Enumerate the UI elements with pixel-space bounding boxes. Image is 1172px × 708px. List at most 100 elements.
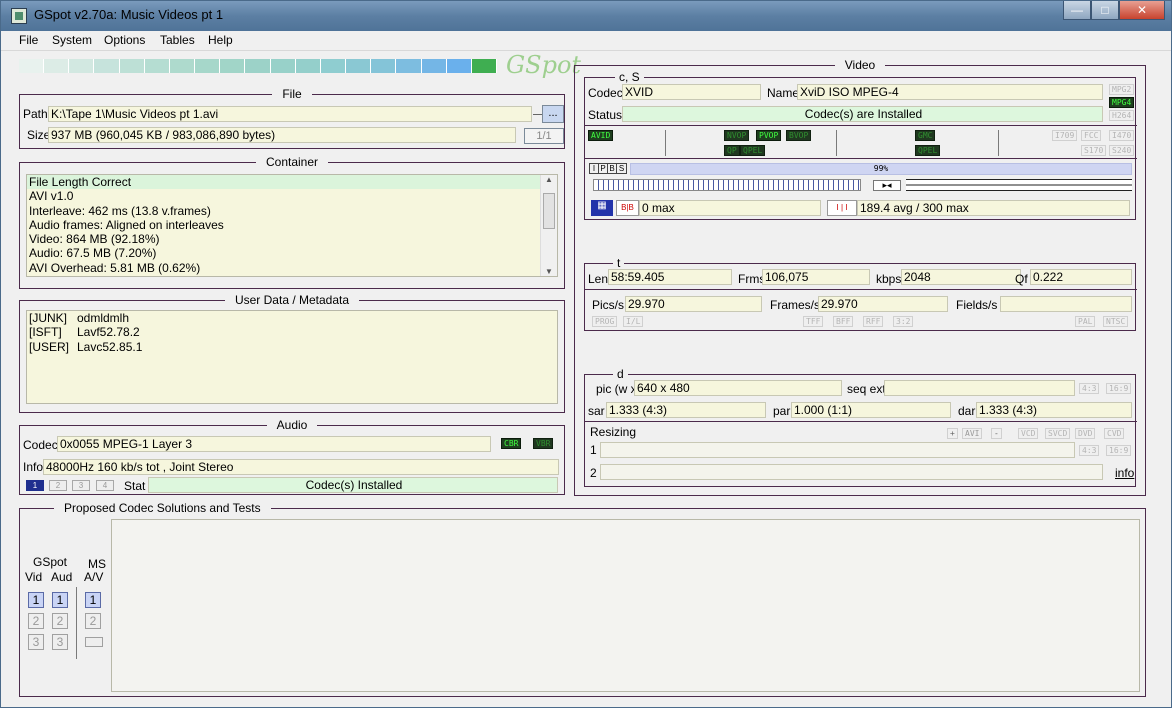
resize-vcd-button[interactable]: VCD <box>1018 428 1039 439</box>
video-codec-subgroup: c, S Codec XVID Name XviD ISO MPEG-4 MPG… <box>584 70 1137 220</box>
list-item[interactable]: File Length Correct <box>27 175 557 190</box>
audio-stream-4[interactable]: 4 <box>96 480 114 491</box>
video-status-label: Status <box>588 108 623 122</box>
h264-flag: H264 <box>1109 110 1135 121</box>
vid-solution-2[interactable]: 2 <box>28 613 44 629</box>
len-label: Len <box>588 272 609 286</box>
frame-type-flags: I P B S <box>589 163 627 174</box>
vid-solution-3[interactable]: 3 <box>28 634 44 650</box>
browse-button[interactable]: ... <box>542 105 564 123</box>
resize-dvd-button[interactable]: DVD <box>1075 428 1096 439</box>
vid-label: Vid <box>25 570 43 584</box>
sar-label: sar <box>588 404 605 418</box>
menu-file[interactable]: File <box>19 33 38 47</box>
gop-icon[interactable]: ▦ <box>591 200 613 216</box>
audio-section-title: Audio <box>266 418 318 432</box>
resize-row2-label: 2 <box>590 466 597 480</box>
av-label: A/V <box>84 570 104 584</box>
vid-solution-1[interactable]: 1 <box>28 592 44 608</box>
row1-169-flag: 16:9 <box>1106 445 1132 456</box>
list-item[interactable]: [USER] Lavc52.85.1 <box>27 340 557 354</box>
pal-flag: PAL <box>1075 316 1096 327</box>
scroll-thumb[interactable] <box>543 193 555 229</box>
audio-stream-2[interactable]: 2 <box>49 480 67 491</box>
nvop-flag: NVOP <box>724 130 750 141</box>
pvop-flag: PVOP <box>756 130 782 141</box>
qf-label: Qf <box>1015 272 1028 286</box>
qpel-flag-mid: QPEL <box>740 145 766 156</box>
resize-avi-button[interactable]: AVI <box>962 428 983 439</box>
vbr-flag: VBR <box>533 438 554 449</box>
pics-label: Pics/s <box>592 298 625 312</box>
list-item[interactable]: Audio frames: Aligned on interleaves <box>27 218 557 232</box>
list-item[interactable]: AVI v1.0 <box>27 189 557 203</box>
resize-cvd-button[interactable]: CVD <box>1104 428 1125 439</box>
audio-group: Audio Codec 0x0055 MPEG-1 Layer 3 CBR VB… <box>19 418 565 495</box>
minimize-button[interactable]: — <box>1063 1 1091 20</box>
file-count-button[interactable]: 1/1 <box>524 128 564 144</box>
info-link[interactable]: info <box>1115 466 1134 480</box>
s170-flag: S170 <box>1081 145 1107 156</box>
frame-type-i: I <box>590 164 599 173</box>
qpel-flag: QPEL <box>915 145 941 156</box>
list-item[interactable]: [JUNK] odmldmlh <box>27 311 557 325</box>
proposed-group: Proposed Codec Solutions and Tests GSpot… <box>19 501 1146 697</box>
tff-flag: TFF <box>803 316 824 327</box>
audio-codec-label: Codec <box>23 438 58 452</box>
container-scrollbar[interactable]: ▲ ▼ <box>540 175 557 276</box>
maximize-button[interactable]: □ <box>1091 1 1119 20</box>
aud-solution-3[interactable]: 3 <box>52 634 68 650</box>
proposed-solutions-area[interactable] <box>111 519 1140 692</box>
metadata-list[interactable]: [JUNK] odmldmlh [ISFT] Lavf52.78.2 [USER] L… <box>26 310 558 404</box>
aud-solution-1[interactable]: 1 <box>52 592 68 608</box>
resize-plus-button[interactable]: + <box>947 428 958 439</box>
iframes-field: 189.4 avg / 300 max <box>857 200 1130 216</box>
video-name-field: XviD ISO MPEG-4 <box>797 84 1103 100</box>
resize-minus-button[interactable]: - <box>991 428 1002 439</box>
list-item[interactable]: Audio: 67.5 MB (7.20%) <box>27 246 557 260</box>
par-label: par <box>773 404 791 418</box>
proposed-section-title: Proposed Codec Solutions and Tests <box>54 501 271 515</box>
metadata-group: User Data / Metadata [JUNK] odmldmlh [ISF… <box>19 293 565 413</box>
iframe-markers: I | I <box>827 200 857 216</box>
menu-options[interactable]: Options <box>104 33 145 47</box>
av-solution-2[interactable]: 2 <box>85 613 101 629</box>
scroll-down-icon[interactable]: ▼ <box>541 267 557 276</box>
resizing-label: Resizing <box>590 425 637 439</box>
bframes-field: 0 max <box>639 200 821 216</box>
par-field: 1.000 (1:1) <box>791 402 951 418</box>
title-bar: GSpot v2.70a: Music Videos pt 1 — □ ✕ <box>1 1 1171 31</box>
video-timing-subgroup: t Len 58:59.405 Frms 106,075 kbps 2048 Q… <box>584 256 1137 331</box>
av-solution-3[interactable] <box>85 637 103 647</box>
i709-flag: I709 <box>1052 130 1078 141</box>
kbps-label: kbps <box>876 272 902 286</box>
menu-help[interactable]: Help <box>208 33 233 47</box>
avid-flag: AVID <box>588 130 614 141</box>
mpg2-flag: MPG2 <box>1109 84 1135 95</box>
aud-solution-2[interactable]: 2 <box>52 613 68 629</box>
ratio-43-flag: 4:3 <box>1079 383 1100 394</box>
list-item[interactable]: Video: 864 MB (92.18%) <box>27 232 557 246</box>
container-list[interactable]: File Length Correct AVI v1.0 Interleave:… <box>26 174 558 277</box>
av-solution-1[interactable]: 1 <box>85 592 101 608</box>
menu-tables[interactable]: Tables <box>160 33 195 47</box>
audio-stream-3[interactable]: 3 <box>72 480 90 491</box>
path-field[interactable]: K:\Tape 1\Music Videos pt 1.avi <box>48 106 532 122</box>
close-button[interactable]: ✕ <box>1119 1 1165 20</box>
list-item[interactable]: Interleave: 462 ms (13.8 v.frames) <box>27 204 557 218</box>
seqext-label: seq ext <box>847 382 886 396</box>
resize-row2-field <box>600 464 1103 480</box>
scroll-up-icon[interactable]: ▲ <box>541 175 557 184</box>
video-codec-field: XVID <box>622 84 761 100</box>
frames-label: Frames/s <box>770 298 821 312</box>
audio-stream-1[interactable]: 1 <box>26 480 44 491</box>
menu-system[interactable]: System <box>52 33 92 47</box>
gspot-logo: GSpot <box>506 51 582 79</box>
sar-field: 1.333 (4:3) <box>606 402 766 418</box>
percent-bar: 99% <box>630 163 1132 175</box>
ms-label: MS <box>88 557 106 571</box>
list-item[interactable]: AVI Overhead: 5.81 MB (0.62%) <box>27 261 557 275</box>
row1-43-flag: 4:3 <box>1079 445 1100 456</box>
resize-svcd-button[interactable]: SVCD <box>1045 428 1071 439</box>
list-item[interactable]: [ISFT] Lavf52.78.2 <box>27 325 557 339</box>
